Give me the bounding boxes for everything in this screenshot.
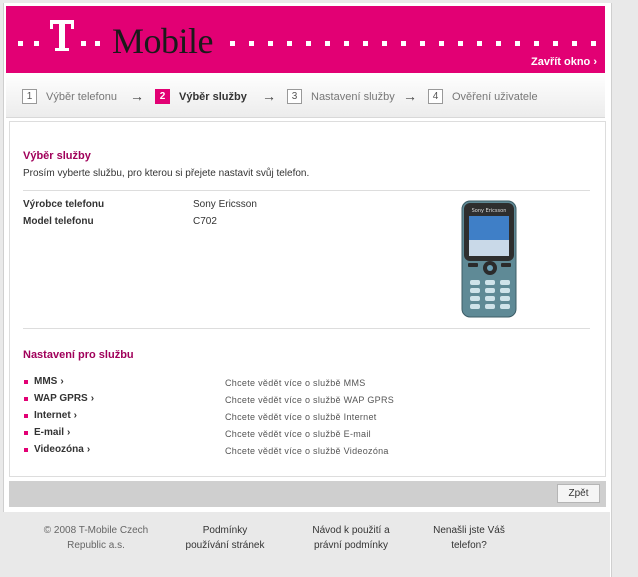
model-label: Model telefonu: [23, 216, 94, 227]
button-bar: Zpět: [9, 481, 606, 507]
services-title: Nastavení pro službu: [23, 349, 134, 361]
step-number: 1: [22, 89, 37, 104]
bullet-icon: [24, 413, 28, 418]
footer: © 2008 T-Mobile Czech Republic a.s. Podm…: [3, 512, 610, 577]
bullet-icon: [24, 447, 28, 452]
manufacturer-value: Sony Ericsson: [193, 199, 257, 210]
step-4: 4 Ověření uživatele: [428, 89, 538, 104]
brand-name: Mobile: [112, 21, 214, 61]
chevron-right-icon: ›: [86, 444, 91, 455]
step-number: 4: [428, 89, 443, 104]
arrow-right-icon: →: [262, 88, 276, 104]
step-label: Výběr telefonu: [46, 90, 117, 103]
step-2: 2 Výběr služby: [155, 89, 247, 104]
model-value: C702: [193, 216, 217, 227]
wizard-steps: 1 Výběr telefonu → 2 Výběr služby → 3 Na…: [6, 73, 605, 118]
service-name: E-mail: [34, 427, 65, 438]
phone-brand-text: Sony Ericsson: [472, 208, 507, 214]
instruction-text: Prosím vyberte službu, pro kterou si pře…: [23, 168, 310, 179]
service-link-wap-gprs[interactable]: WAP GPRS ›: [24, 393, 94, 404]
service-info-link[interactable]: Chcete vědět více o službě WAP GPRS: [225, 395, 394, 405]
service-link-mms[interactable]: MMS ›: [24, 376, 64, 387]
manufacturer-label: Výrobce telefonu: [23, 199, 105, 210]
close-window-link[interactable]: Zavřít okno ›: [531, 56, 597, 68]
step-number: 3: [287, 89, 302, 104]
service-name: WAP GPRS: [34, 393, 88, 404]
step-label: Výběr služby: [179, 90, 247, 103]
terms-of-use-link[interactable]: Podmínky používání stránek: [175, 523, 275, 553]
arrow-right-icon: →: [403, 88, 417, 104]
link-line: Návod k použití a: [312, 525, 390, 536]
copyright-line: Republic a.s.: [67, 540, 125, 551]
chevron-right-icon: ›: [73, 410, 78, 421]
service-link-internet[interactable]: Internet ›: [24, 410, 77, 421]
chevron-right-icon: ›: [90, 393, 95, 404]
chevron-right-icon: ›: [60, 376, 64, 387]
back-button[interactable]: Zpět: [557, 484, 600, 503]
chevron-right-icon: ›: [67, 427, 71, 438]
step-3: 3 Nastavení služby: [287, 89, 395, 104]
service-link-email[interactable]: E-mail ›: [24, 427, 70, 438]
service-info-link[interactable]: Chcete vědět více o službě Internet: [225, 412, 377, 422]
service-info-link[interactable]: Chcete vědět více o službě MMS: [225, 378, 366, 388]
bullet-icon: [24, 396, 28, 401]
header-banner: Mobile Zavřít okno ›: [6, 6, 605, 73]
link-line: právní podmínky: [314, 540, 388, 551]
service-info-link[interactable]: Chcete vědět více o službě Videozóna: [225, 446, 389, 456]
service-name: Videozóna: [34, 444, 84, 455]
service-name: Internet: [34, 410, 71, 421]
section-title: Výběr služby: [23, 150, 91, 162]
service-info-link[interactable]: Chcete vědět více o službě E-mail: [225, 429, 371, 439]
link-line: Nenašli jste Váš: [433, 525, 505, 536]
t-logo-icon: [50, 20, 74, 57]
step-label: Nastavení služby: [311, 90, 395, 103]
copyright-line: © 2008 T-Mobile Czech: [43, 525, 149, 536]
link-line: používání stránek: [185, 540, 265, 551]
bullet-icon: [24, 379, 28, 384]
service-link-videozona[interactable]: Videozóna ›: [24, 444, 90, 455]
bullet-icon: [24, 430, 28, 435]
phone-not-found-link[interactable]: Nenašli jste Váš telefon?: [421, 523, 517, 553]
link-line: telefon?: [451, 540, 487, 551]
phone-image: Sony Ericsson: [460, 200, 520, 323]
step-1: 1 Výběr telefonu: [22, 89, 117, 104]
divider: [23, 190, 590, 191]
step-number: 2: [155, 89, 170, 104]
arrow-right-icon: →: [130, 88, 144, 104]
main-panel: Výběr služby Prosím vyberte službu, pro …: [9, 121, 606, 477]
service-name: MMS: [34, 376, 58, 387]
copyright: © 2008 T-Mobile Czech Republic a.s.: [37, 523, 155, 553]
step-label: Ověření uživatele: [452, 90, 538, 103]
user-guide-link[interactable]: Návod k použití a právní podmínky: [301, 523, 401, 553]
link-line: Podmínky: [202, 525, 248, 536]
divider: [23, 328, 590, 329]
